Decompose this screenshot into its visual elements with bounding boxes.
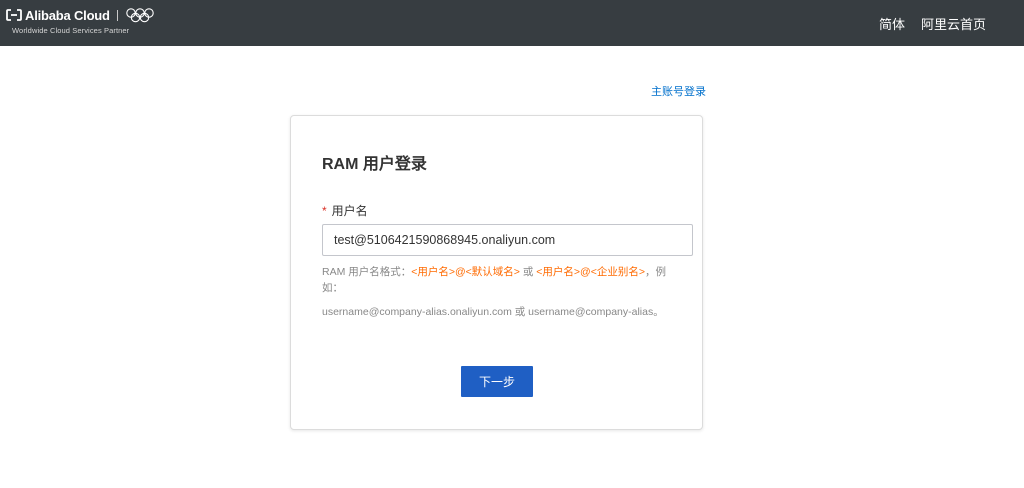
- hint-format-default-domain: <用户名>@<默认域名>: [411, 266, 520, 278]
- hint-prefix: RAM 用户名格式：: [322, 266, 412, 278]
- main-account-login-link[interactable]: 主账号登录: [651, 83, 706, 99]
- hint-format-enterprise-alias: <用户名>@<企业别名>: [536, 266, 645, 278]
- format-hint-line: RAM 用户名格式：<用户名>@<默认域名> 或 <用户名>@<企业别名>，例如…: [322, 264, 672, 296]
- alibaba-cloud-mark-icon: [6, 9, 22, 21]
- next-button[interactable]: 下一步: [461, 366, 533, 397]
- aliyun-home-link[interactable]: 阿里云首页: [921, 14, 986, 33]
- language-switch-link[interactable]: 简体: [879, 14, 905, 33]
- alibaba-cloud-logo[interactable]: Alibaba Cloud Worldwide Cloud Services P…: [6, 6, 155, 40]
- top-navigation-bar: Alibaba Cloud Worldwide Cloud Services P…: [0, 0, 1024, 46]
- card-title: RAM 用户登录: [322, 156, 427, 173]
- logo-divider: [116, 9, 118, 21]
- hint-example: username@company-alias.onaliyun.com 或 us…: [322, 306, 664, 318]
- hint-or: 或: [519, 266, 537, 278]
- required-mark: *: [322, 204, 327, 218]
- username-label-text: 用户名: [331, 204, 368, 218]
- username-format-hint: RAM 用户名格式：<用户名>@<默认域名> 或 <用户名>@<企业别名>，例如…: [322, 264, 672, 320]
- ram-login-card: RAM 用户登录 * 用户名 RAM 用户名格式：<用户名>@<默认域名> 或 <…: [290, 115, 703, 430]
- brand-name: Alibaba Cloud: [25, 7, 110, 23]
- top-links: 简体 阿里云首页: [879, 14, 986, 33]
- olympic-rings-icon: [126, 8, 154, 23]
- username-label: * 用户名: [322, 202, 368, 219]
- username-input[interactable]: [322, 224, 693, 256]
- brand-tagline: Worldwide Cloud Services Partner: [12, 26, 130, 35]
